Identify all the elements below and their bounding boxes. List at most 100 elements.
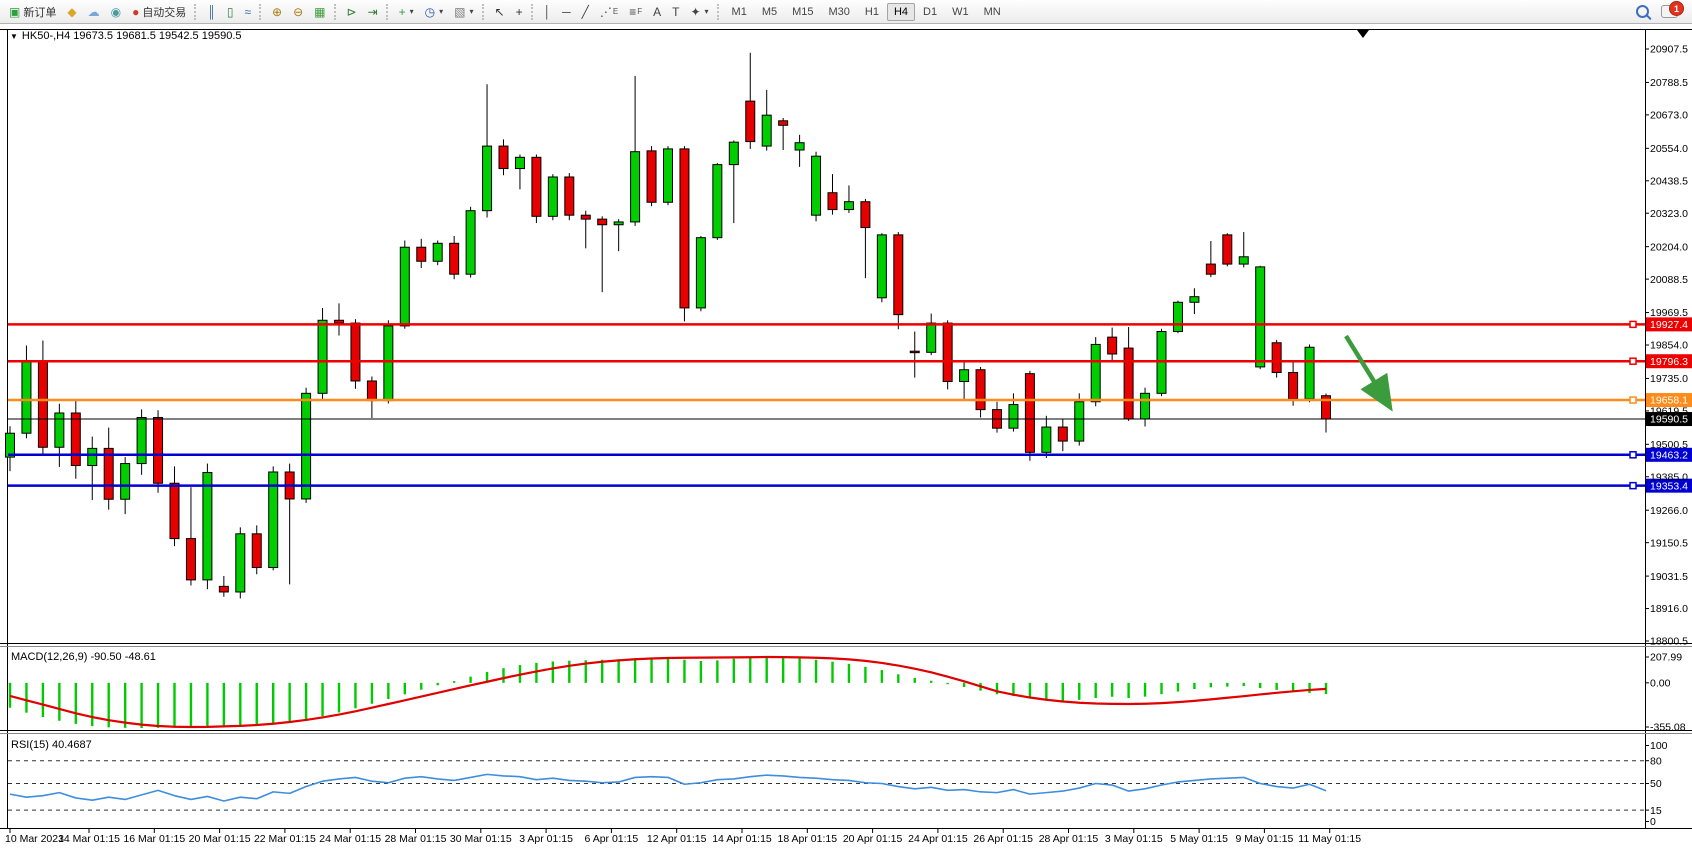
bull-candle-body <box>483 146 492 211</box>
price-tick-label: 20907.5 <box>1650 44 1688 56</box>
chart-shift-button[interactable]: ⇥ <box>363 3 383 21</box>
bear-candle-body <box>1223 235 1232 264</box>
vertical-line-button[interactable]: │ <box>539 3 557 21</box>
tile-windows-button[interactable]: ▦ <box>309 3 330 21</box>
bull-candle-body <box>548 177 557 216</box>
resistance-line-2-handle[interactable] <box>1630 358 1636 364</box>
macd-tick-label: -355.08 <box>1650 722 1686 734</box>
bull-candle-body <box>1239 257 1248 264</box>
price-tick-label: 20323.0 <box>1650 208 1688 220</box>
time-tick-label: 30 Mar 01:15 <box>450 833 512 845</box>
time-tick-label: 18 Apr 01:15 <box>778 833 838 845</box>
pivot-line-handle[interactable] <box>1630 397 1636 403</box>
bar-chart-button[interactable]: ║ <box>202 3 221 21</box>
timeframe-m1[interactable]: M1 <box>725 3 754 21</box>
auto-scroll-button[interactable]: ⊳ <box>342 3 362 21</box>
bull-candle-body <box>1042 427 1051 452</box>
indicators-icon: + <box>399 6 406 18</box>
equidistant-channel-button[interactable]: ⋰E <box>595 3 623 21</box>
candle <box>269 466 278 570</box>
timeframe-m5[interactable]: M5 <box>755 3 784 21</box>
timeframe-m15[interactable]: M15 <box>785 3 820 21</box>
autotrading-button[interactable]: ●自动交易 <box>127 1 191 23</box>
resistance-line-1-handle[interactable] <box>1630 321 1636 327</box>
rsi-tick-label: 80 <box>1650 755 1662 767</box>
seal-button[interactable]: ◆ <box>62 3 81 21</box>
candle <box>532 155 541 224</box>
time-tick-label: 28 Mar 01:15 <box>385 833 447 845</box>
candle <box>318 308 327 399</box>
time-tick-label: 24 Mar 01:15 <box>319 833 381 845</box>
bull-candle-body <box>1091 344 1100 401</box>
chart-background <box>0 24 1692 852</box>
candle <box>236 527 245 598</box>
bull-candle-body <box>400 247 409 326</box>
bear-candle-body <box>532 157 541 216</box>
candlestick-chart-button[interactable]: ▯ <box>222 3 239 21</box>
search-icon[interactable] <box>1636 5 1649 18</box>
chevron-down-icon: ▾ <box>470 7 474 16</box>
bull-candle-body <box>1305 347 1314 399</box>
bear-candle-body <box>746 101 755 141</box>
time-tick-label: 20 Mar 01:15 <box>189 833 251 845</box>
bull-candle-body <box>1141 393 1150 419</box>
fibonacci-icon: ≡ <box>629 6 636 18</box>
text-button[interactable]: A <box>648 3 666 21</box>
new-order-button[interactable]: ▣新订单 <box>4 1 61 23</box>
templates-button[interactable]: ▧▾ <box>449 3 478 21</box>
notifications-icon[interactable]: 1 <box>1661 5 1678 18</box>
zoom-in-button[interactable]: ⊕ <box>267 3 287 21</box>
crosshair-button[interactable]: + <box>511 3 528 21</box>
chart-dropdown-icon[interactable]: ▼ <box>10 32 18 41</box>
candle <box>877 233 886 302</box>
rsi-tick-label: 0 <box>1650 816 1656 828</box>
candle <box>1272 340 1281 378</box>
candle <box>548 174 557 220</box>
bear-candle-body <box>351 323 360 381</box>
candle <box>154 410 163 493</box>
timeframe-m30[interactable]: M30 <box>822 3 857 21</box>
equidistant-channel-button-sub-label: E <box>613 7 618 16</box>
fibonacci-button[interactable]: ≡F <box>624 3 647 21</box>
candle <box>351 319 360 389</box>
text-label-button[interactable]: T <box>667 3 684 21</box>
autotrading-button-label: 自动交易 <box>142 4 186 20</box>
zoom-out-button[interactable]: ⊖ <box>288 3 308 21</box>
rsi-tick-label: 100 <box>1650 740 1668 752</box>
timeframe-h1[interactable]: H1 <box>858 3 886 21</box>
cursor-button[interactable]: ↖ <box>490 3 510 21</box>
bear-candle-body <box>186 539 195 580</box>
bull-candle-body <box>466 211 475 274</box>
seal-icon: ◆ <box>67 6 76 18</box>
timeframe-h4[interactable]: H4 <box>887 3 915 21</box>
timeframe-w1[interactable]: W1 <box>945 3 976 21</box>
bear-candle-body <box>598 219 607 225</box>
bull-candle-body <box>433 243 442 261</box>
time-tick-label: 16 Mar 01:15 <box>123 833 185 845</box>
auto-scroll-icon: ⊳ <box>347 6 357 18</box>
indicators-button[interactable]: +▾ <box>394 3 419 21</box>
line-chart-button[interactable]: ≈ <box>239 3 256 21</box>
price-tick-label: 19150.5 <box>1650 537 1688 549</box>
signals-button[interactable]: ◉ <box>106 3 126 21</box>
timeframe-d1[interactable]: D1 <box>916 3 944 21</box>
time-tick-label: 14 Mar 01:15 <box>58 833 120 845</box>
candle <box>680 146 689 321</box>
trendline-button[interactable]: ╱ <box>577 3 594 21</box>
support-line-2-handle[interactable] <box>1630 483 1636 489</box>
timeframe-mn[interactable]: MN <box>977 3 1008 21</box>
periods-icon: ◷ <box>425 6 435 18</box>
arrows-button[interactable]: ✦▾ <box>685 3 713 21</box>
candle <box>1173 301 1182 334</box>
bear-candle-body <box>894 235 903 315</box>
candle <box>1223 233 1232 266</box>
candle <box>203 464 212 590</box>
support-line-1-handle[interactable] <box>1630 452 1636 458</box>
bull-candle-body <box>236 534 245 592</box>
candle <box>565 173 574 220</box>
horizontal-line-button[interactable]: ─ <box>557 3 576 21</box>
publish-button[interactable]: ☁ <box>83 3 105 21</box>
candle <box>1256 266 1265 369</box>
toolbar-grip <box>531 4 536 20</box>
periods-button[interactable]: ◷▾ <box>420 3 449 21</box>
